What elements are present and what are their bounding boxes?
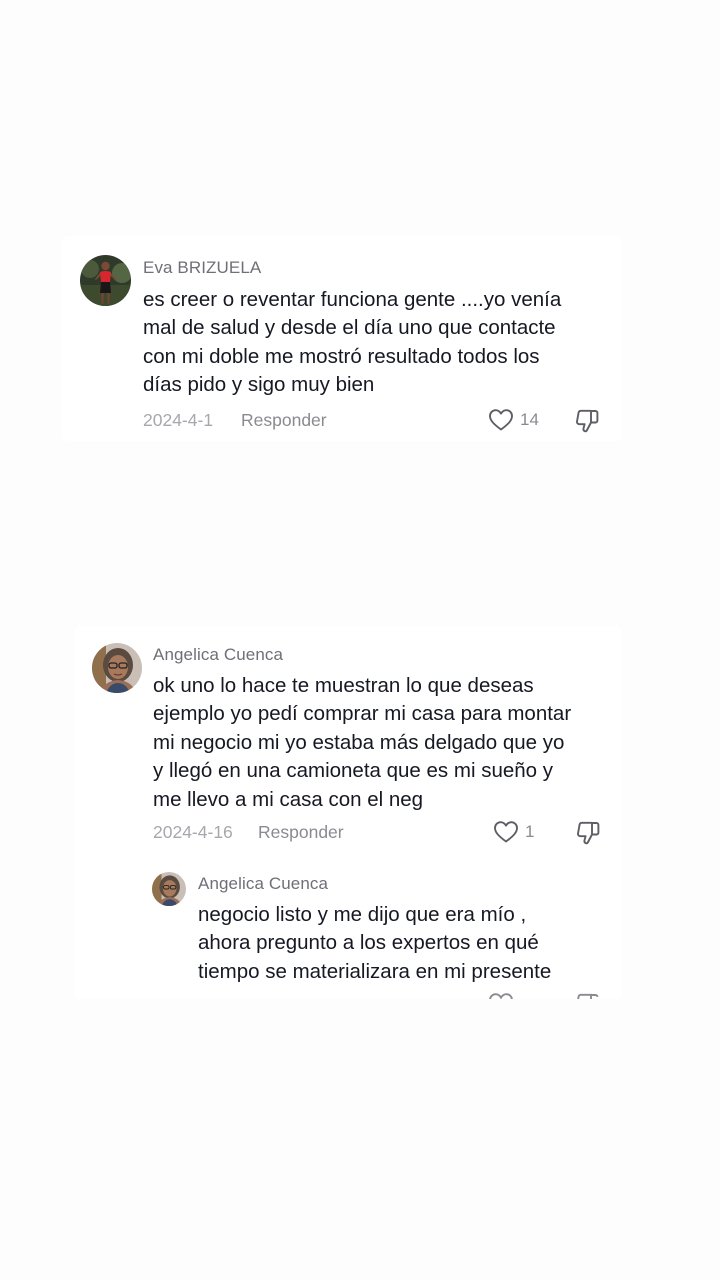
- comment-username[interactable]: Eva BRIZUELA: [143, 258, 261, 278]
- profile-photo-icon: [92, 643, 142, 693]
- comment-date: 2024-4-1: [143, 410, 214, 430]
- reply-actions-clipped: [488, 992, 608, 999]
- comment-username[interactable]: Angelica Cuenca: [153, 645, 283, 665]
- profile-photo-icon: [80, 255, 131, 306]
- avatar[interactable]: [80, 255, 131, 306]
- comment-card: Eva BRIZUELA es creer o reventar funcion…: [62, 236, 622, 441]
- like-button[interactable]: 14: [488, 408, 539, 432]
- reply-avatar[interactable]: [152, 872, 186, 906]
- thumbs-down-outline-icon[interactable]: [574, 992, 600, 999]
- reply-button[interactable]: Responder: [258, 822, 344, 843]
- thumbs-down-outline-icon: [577, 821, 600, 845]
- thumbs-down-outline-icon: [576, 409, 599, 433]
- like-button[interactable]: 1: [493, 820, 534, 844]
- heart-outline-icon[interactable]: [488, 992, 514, 999]
- heart-outline-icon: [489, 409, 513, 431]
- comment-actions: 2024-4-1 Responder 14: [143, 408, 613, 434]
- reply-username[interactable]: Angelica Cuenca: [198, 874, 328, 894]
- like-count: 14: [520, 410, 539, 429]
- heart-outline-icon: [494, 821, 518, 843]
- comment-text: es creer o reventar funciona gente ....y…: [143, 288, 562, 397]
- reply-text: negocio listo y me dijo que era mío , ah…: [198, 903, 552, 983]
- comment-card: Angelica Cuenca ok uno lo hace te muestr…: [74, 626, 622, 999]
- comment-date: 2024-4-16: [153, 822, 233, 842]
- screen: Eva BRIZUELA es creer o reventar funcion…: [0, 0, 720, 1280]
- dislike-button[interactable]: [574, 408, 600, 434]
- like-count: 1: [525, 822, 535, 841]
- avatar[interactable]: [92, 643, 142, 693]
- reply-button[interactable]: Responder: [241, 410, 327, 431]
- dislike-button[interactable]: [575, 820, 601, 846]
- profile-photo-icon: [152, 872, 186, 906]
- comment-text: ok uno lo hace te muestran lo que deseas…: [153, 674, 572, 811]
- comment-actions: 2024-4-16 Responder 1: [153, 820, 615, 846]
